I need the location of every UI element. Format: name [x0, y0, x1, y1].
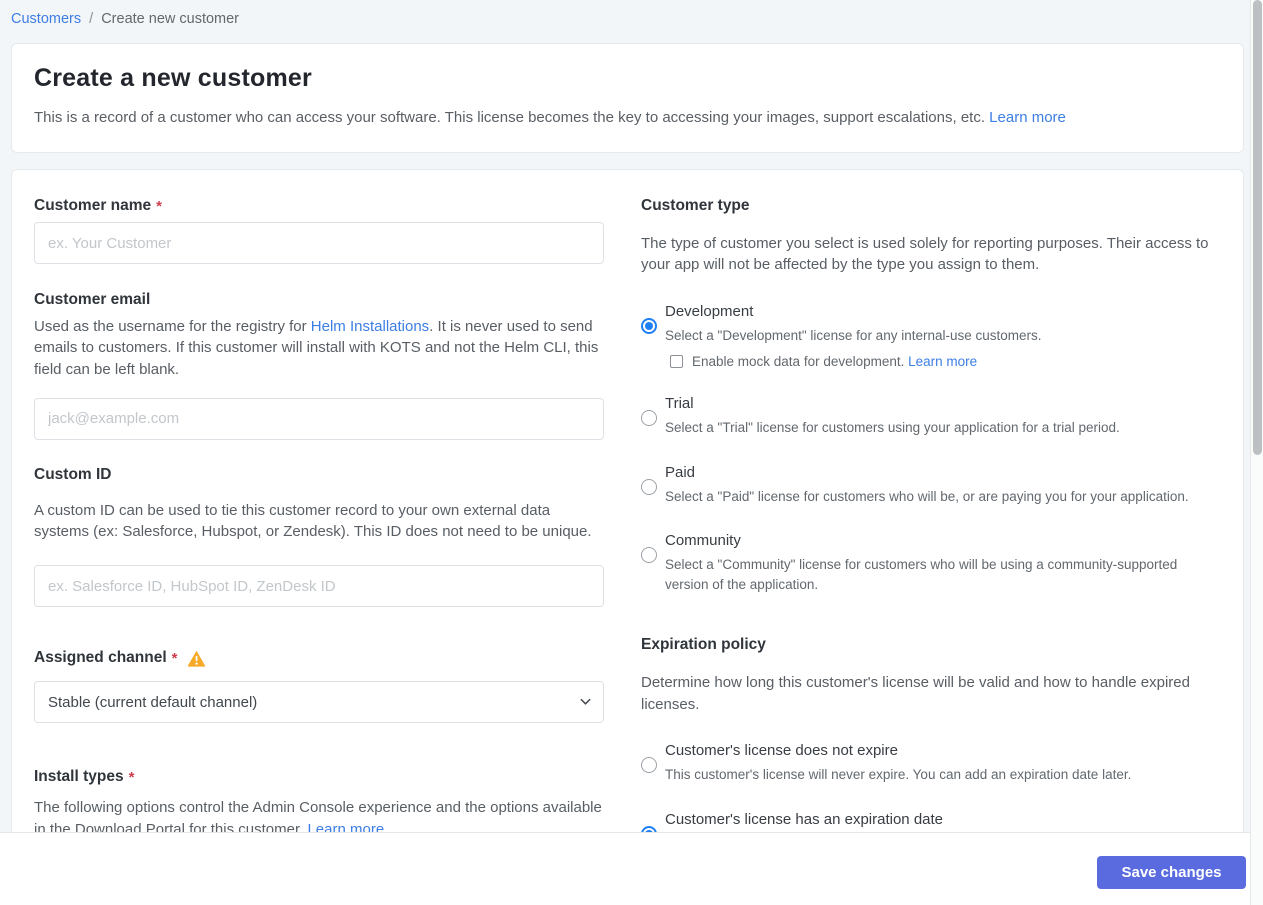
customer-type-option-paid: Paid Select a "Paid" license for custome… [641, 464, 1221, 507]
customer-name-label: Customer name * [34, 197, 162, 215]
assigned-channel-select[interactable]: Stable (current default channel) [34, 681, 604, 724]
breadcrumb-customers-link[interactable]: Customers [11, 11, 81, 27]
option-description: Select a "Development" license for any i… [665, 327, 1042, 343]
warning-icon [187, 650, 206, 667]
page-header-card: Create a new customer This is a record o… [11, 43, 1244, 153]
mock-data-row: Enable mock data for development. Learn … [670, 354, 1221, 369]
radio-paid[interactable] [641, 478, 657, 495]
create-customer-form-card: Customer name * Customer email Used as t… [11, 169, 1244, 905]
radio-development[interactable] [641, 317, 657, 334]
form-left-column: Customer name * Customer email Used as t… [34, 197, 604, 853]
option-title: Paid [665, 463, 696, 481]
expiration-option-does-not-expire: Customer's license does not expire This … [641, 742, 1221, 785]
custom-id-label: Custom ID [34, 465, 112, 483]
radio-license-does-not-expire[interactable] [641, 757, 657, 773]
option-title: Development [665, 302, 754, 320]
assigned-channel-label: Assigned channel * [34, 649, 604, 667]
option-title: Customer's license does not expire [665, 742, 898, 759]
customer-email-input[interactable] [34, 397, 604, 440]
option-description: Select a "Trial" license for customers u… [665, 420, 1120, 436]
customer-type-description: The type of customer you select is used … [641, 235, 1209, 274]
option-title: Trial [665, 395, 694, 413]
breadcrumb-current: Create new customer [101, 11, 240, 27]
required-asterisk: * [171, 649, 178, 667]
page-title: Create a new customer [34, 64, 312, 92]
expiration-policy-heading: Expiration policy [641, 636, 766, 654]
customer-email-description: Used as the username for the registry fo… [34, 318, 599, 378]
form-right-column: Customer type The type of customer you s… [641, 197, 1221, 853]
header-learn-more-link[interactable]: Learn more [989, 109, 1066, 126]
custom-id-input[interactable] [34, 565, 604, 608]
radio-trial[interactable] [641, 410, 657, 427]
customer-email-label: Customer email [34, 291, 151, 308]
footer-bar: Save changes [0, 832, 1250, 905]
required-asterisk: * [128, 768, 135, 786]
install-types-label: Install types * [34, 768, 135, 786]
save-changes-button[interactable]: Save changes [1097, 856, 1246, 889]
option-description: This customer's license will never expir… [665, 767, 1132, 782]
customer-name-input[interactable] [34, 222, 604, 264]
custom-id-description: A custom ID can be used to tie this cust… [34, 501, 592, 541]
mock-data-label: Enable mock data for development. Learn … [692, 354, 978, 370]
required-asterisk: * [156, 197, 162, 215]
helm-installations-link[interactable]: Helm Installations [311, 318, 429, 335]
customer-type-heading: Customer type [641, 197, 750, 214]
customer-type-option-community: Community Select a "Community" license f… [641, 532, 1221, 594]
breadcrumb-separator: / [89, 11, 94, 27]
page-scrollbar-track[interactable] [1250, 0, 1263, 905]
option-description: Select a "Paid" license for customers wh… [665, 488, 1189, 504]
page-description: This is a record of a customer who can a… [34, 109, 985, 126]
expiration-policy-description: Determine how long this customer's licen… [641, 674, 1190, 713]
option-title: Customer's license has an expiration dat… [665, 810, 944, 828]
breadcrumb: Customers / Create new customer [0, 0, 1263, 27]
customer-type-option-development: Development Select a "Development" licen… [641, 302, 1221, 369]
customer-type-option-trial: Trial Select a "Trial" license for custo… [641, 395, 1221, 438]
option-title: Community [665, 532, 741, 550]
mock-data-checkbox[interactable] [670, 355, 683, 369]
option-description: Select a "Community" license for custome… [665, 557, 1178, 592]
page-scrollbar-thumb[interactable] [1253, 0, 1262, 455]
mock-data-learn-more-link[interactable]: Learn more [908, 354, 977, 369]
radio-community[interactable] [641, 547, 657, 564]
